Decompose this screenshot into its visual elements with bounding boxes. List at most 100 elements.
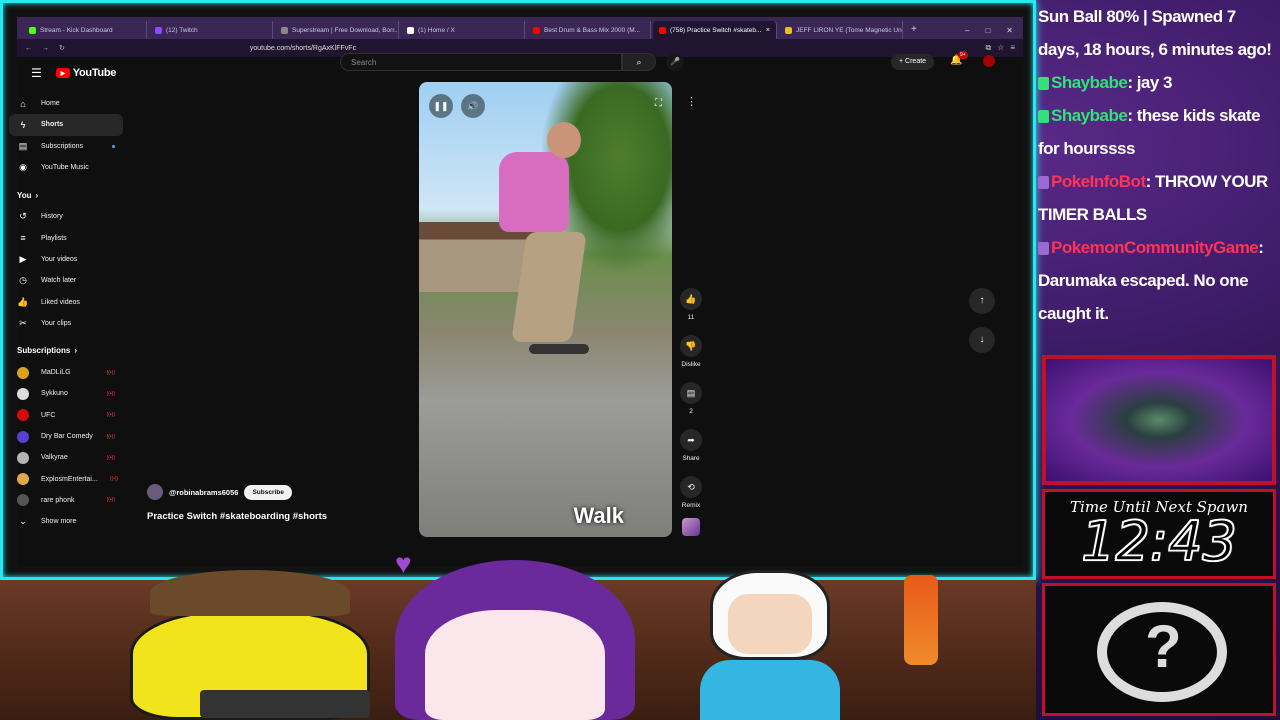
subscriptions-icon: ▤ (18, 140, 28, 151)
subscription-name: Sykkuno (41, 390, 68, 398)
show-more-button[interactable]: ⌄ Show more (9, 511, 123, 532)
subscribe-button[interactable]: Subscribe (244, 484, 292, 500)
browser-tab[interactable]: (12) Twitch (149, 21, 273, 39)
sidebar-item[interactable]: 👍 Liked videos (9, 291, 123, 312)
music-icon: ◉ (19, 162, 27, 173)
you-section-header[interactable]: You › (9, 184, 123, 206)
logo-text: YouTube (72, 67, 117, 79)
chevron-right-icon: › (35, 190, 39, 200)
mic-icon[interactable]: 🎤 (666, 53, 684, 71)
remix-label: Remix (681, 502, 701, 509)
maximize-icon[interactable]: □ (985, 26, 990, 35)
create-button[interactable]: + Create (891, 54, 935, 70)
like-button[interactable]: 👍 11 (675, 288, 707, 321)
sidebar-item[interactable]: ϟ Shorts (9, 114, 123, 136)
watch-later-icon: ◷ (19, 275, 27, 286)
window-controls: – □ ✕ (955, 26, 1023, 39)
skater-body (499, 152, 569, 232)
sidebar-item[interactable]: ✂ Your clips (9, 313, 123, 334)
video-title[interactable]: Practice Switch #skateboarding #shorts (147, 511, 327, 522)
like-count: 11 (687, 314, 695, 321)
browser-tab[interactable]: (758) Practice Switch #skateb... × (653, 21, 777, 39)
youtube-logo[interactable]: ▶ YouTube (55, 67, 117, 79)
browser-tab[interactable]: Stream - Kick Dashboard (23, 21, 147, 39)
browser-tab[interactable]: Superstream | Free Download, Borr... (275, 21, 399, 39)
channel-avatar[interactable] (147, 484, 163, 500)
tab-title: (12) Twitch (166, 26, 198, 34)
subscription-item[interactable]: rare phonk ((•)) (9, 490, 123, 511)
sidebar-item[interactable]: ◉ YouTube Music (9, 157, 123, 178)
chat-text: : jay 3 (1127, 73, 1173, 92)
chat-text: Sun Ball 80% | Spawned 7 days, 18 hours,… (1038, 7, 1272, 59)
browser-tab[interactable]: Best Drum & Bass Mix 2000 (M... (527, 21, 651, 39)
arrow-up-icon[interactable]: ↑ (969, 288, 995, 314)
subscription-item[interactable]: Sykkuno ((•)) (9, 383, 123, 404)
fullscreen-icon[interactable]: ⛶ (655, 98, 662, 109)
show-more-label: Show more (41, 518, 77, 526)
close-tab-icon[interactable]: × (766, 27, 770, 34)
sidebar-item[interactable]: ≡ Playlists (9, 227, 123, 248)
bookmark-icon[interactable]: ☆ (997, 43, 1004, 53)
skateboard (529, 344, 589, 354)
more-options-icon[interactable]: ⋮ (686, 95, 697, 108)
browser-tab[interactable]: (1) Home / X (401, 21, 525, 39)
subscription-item[interactable]: UFC ((•)) (9, 405, 123, 426)
dislike-button[interactable]: 👎 Dislike (675, 335, 707, 368)
forward-icon[interactable]: → (42, 45, 49, 52)
channel-name[interactable]: @robinabrams6056 (169, 488, 238, 497)
live-icon: ((•)) (109, 476, 119, 483)
subscription-item[interactable]: Valkyrae ((•)) (9, 447, 123, 468)
sound-thumbnail[interactable] (682, 518, 700, 536)
spawn-viewer (1042, 355, 1276, 485)
sidebar-item-label: YouTube Music (41, 164, 89, 172)
minimize-icon[interactable]: – (965, 26, 969, 35)
hamburger-icon[interactable]: ☰ (31, 66, 42, 80)
url-field[interactable]: youtube.com/shorts/RgAxKlFFvFc (250, 45, 356, 52)
extensions-icon[interactable]: ⧉ (985, 43, 991, 53)
share-button[interactable]: ➦ Share (675, 429, 707, 462)
you-label: You (17, 190, 32, 200)
tab-favicon-icon (407, 26, 414, 34)
short-video-player[interactable]: ❚❚ 🔊 ⛶ Walk (419, 82, 672, 537)
subscription-item[interactable]: MaDLiLG ((•)) (9, 362, 123, 383)
reload-icon[interactable]: ↻ (59, 44, 65, 52)
tab-title: Best Drum & Bass Mix 2000 (M... (544, 26, 641, 34)
sidebar-item[interactable]: ▤ Subscriptions (9, 136, 123, 157)
duck-hat (150, 570, 350, 616)
arrow-down-icon[interactable]: ↓ (969, 327, 995, 353)
sidebar-item[interactable]: ↺ History (9, 206, 123, 227)
subscription-item[interactable]: Dry Bar Comedy ((•)) (9, 426, 123, 447)
sidebar-item[interactable]: ⌂ Home (9, 93, 123, 114)
tab-title: Stream - Kick Dashboard (40, 26, 113, 34)
browser-tab[interactable]: JEFF LIRON YE (Tome Magnetic Un... (779, 21, 903, 39)
stream-chat: Sun Ball 80% | Spawned 7 days, 18 hours,… (1038, 0, 1280, 352)
sidebar-item[interactable]: ◷ Watch later (9, 270, 123, 291)
subscriptions-section-header[interactable]: Subscriptions › (9, 340, 123, 362)
sidebar-item[interactable]: ▶ Your videos (9, 249, 123, 270)
subscription-item[interactable]: ExplosmEntertai... ((•)) (9, 468, 123, 489)
subscription-name: UFC (41, 411, 56, 419)
sidebar-item-label: Your videos (41, 255, 78, 263)
new-tab-icon[interactable]: + (905, 21, 923, 39)
account-avatar[interactable] (983, 55, 995, 67)
search-icon[interactable]: ⌕ (622, 53, 656, 71)
comments-button[interactable]: ▤ 2 (675, 382, 707, 415)
chat-badge-icon (1038, 110, 1049, 124)
search-input[interactable]: Search (340, 53, 622, 71)
pause-icon[interactable]: ❚❚ (429, 94, 453, 118)
sidebar: ⌂ Home ϟ Shorts ▤ Subscriptions ◉ YouTube Music… (9, 93, 123, 532)
volume-icon[interactable]: 🔊 (461, 94, 485, 118)
back-icon[interactable]: ← (25, 45, 32, 52)
close-window-icon[interactable]: ✕ (1006, 26, 1013, 35)
chat-username: Shaybabe (1051, 106, 1128, 125)
your-videos-icon: ▶ (19, 253, 27, 264)
menu-icon[interactable]: ≡ (1010, 43, 1015, 53)
subscription-name: Valkyrae (41, 454, 68, 462)
chat-message: Shaybabe: these kids skate for hourssss (1038, 99, 1280, 165)
remix-button[interactable]: ⟲ Remix (675, 476, 707, 509)
chat-username: Shaybabe (1051, 73, 1128, 92)
skater-head (547, 122, 581, 158)
stream-overlay: Stream - Kick Dashboard (12) Twitch Supers… (0, 0, 1280, 720)
chat-badge-icon (1038, 77, 1049, 91)
finn-shirt (700, 660, 840, 720)
